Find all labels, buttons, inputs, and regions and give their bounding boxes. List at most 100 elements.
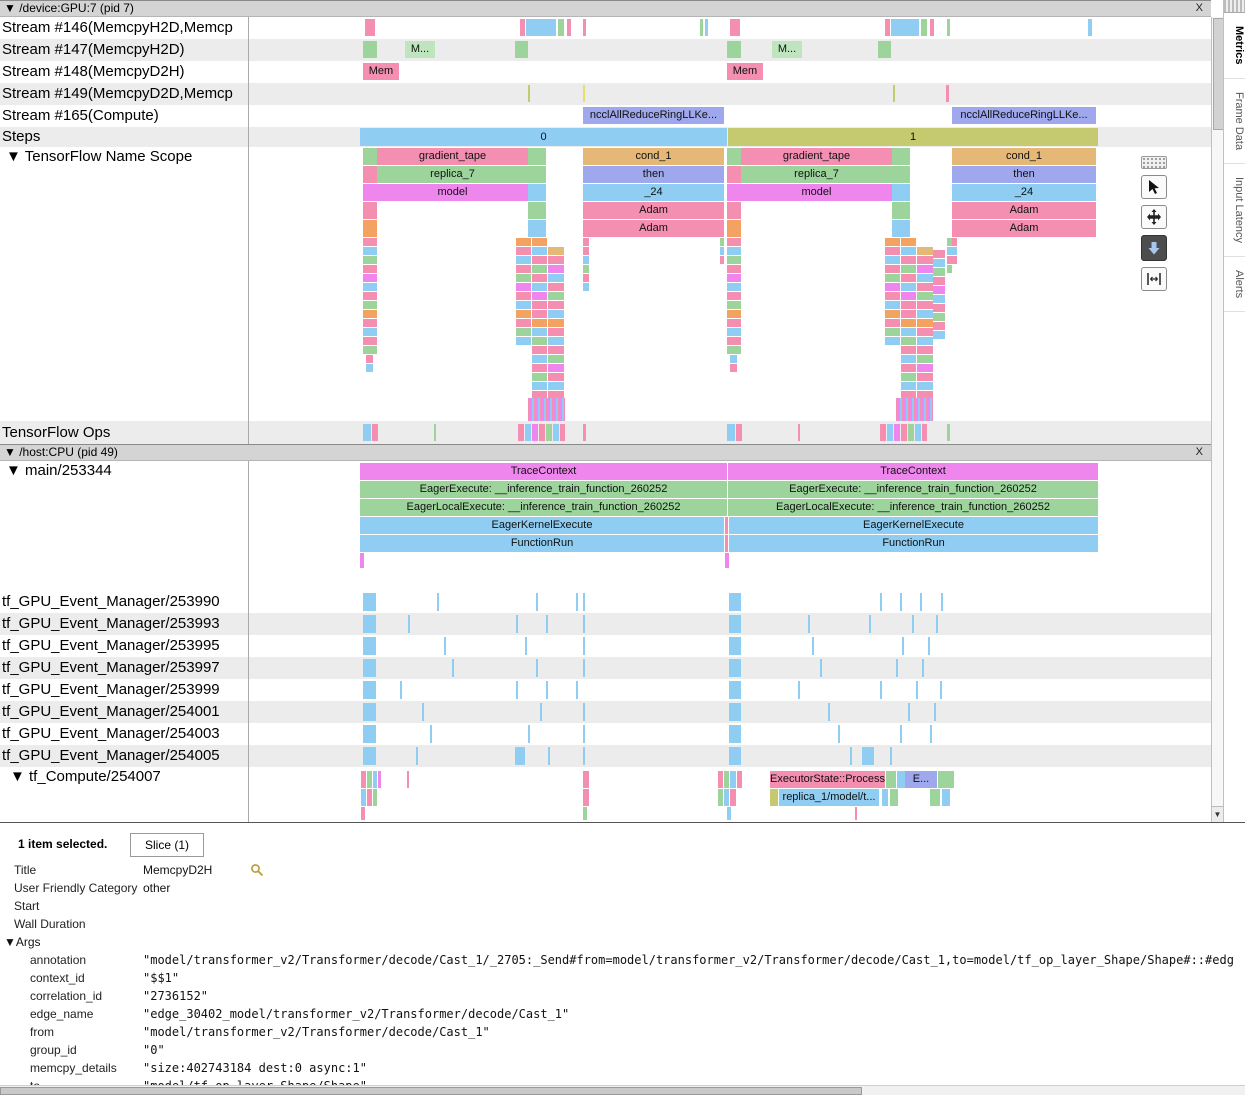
slice[interactable] — [528, 85, 530, 102]
slice[interactable] — [718, 789, 723, 806]
slice[interactable] — [360, 553, 364, 568]
slice[interactable] — [528, 725, 530, 743]
track-label[interactable]: Stream #147(MemcpyH2D) — [0, 39, 248, 61]
flame-segment[interactable] — [901, 337, 916, 345]
slice-cond-1[interactable]: cond_1 — [583, 148, 724, 165]
flame-segment[interactable] — [727, 310, 741, 318]
slice-model[interactable]: model — [741, 184, 892, 201]
slice[interactable] — [938, 771, 954, 788]
slice[interactable] — [737, 771, 742, 788]
slice[interactable] — [416, 747, 418, 765]
flame-segment[interactable] — [583, 247, 589, 255]
flame-segment[interactable] — [548, 265, 564, 273]
slice[interactable] — [367, 789, 372, 806]
flame-segment[interactable] — [363, 346, 377, 354]
track-label[interactable]: tf_GPU_Event_Manager/253995 — [0, 635, 248, 657]
slice[interactable] — [361, 807, 365, 820]
slice[interactable] — [583, 771, 589, 788]
slice[interactable] — [727, 424, 735, 441]
flame-segment[interactable] — [363, 292, 377, 300]
slice[interactable] — [422, 703, 424, 721]
slice[interactable] — [430, 725, 432, 743]
slice[interactable] — [930, 19, 934, 36]
flame-segment[interactable] — [917, 265, 933, 273]
tab-input-latency[interactable]: Input Latency — [1224, 164, 1245, 257]
slice[interactable] — [729, 593, 741, 611]
flame-segment[interactable] — [366, 364, 373, 372]
slice[interactable] — [885, 19, 890, 36]
slice[interactable] — [516, 681, 518, 699]
flame-segment[interactable] — [901, 265, 916, 273]
slice[interactable] — [934, 703, 936, 721]
slice[interactable] — [936, 615, 938, 633]
flame-segment[interactable] — [516, 328, 531, 336]
slice[interactable] — [930, 725, 932, 743]
slice-e[interactable]: E... — [905, 771, 937, 788]
slice[interactable] — [828, 703, 830, 721]
flame-segment[interactable] — [532, 328, 547, 336]
track-label[interactable]: tf_GPU_Event_Manager/253999 — [0, 679, 248, 701]
flame-segment[interactable] — [548, 310, 564, 318]
flame-segment[interactable] — [548, 328, 564, 336]
flame-segment[interactable] — [363, 265, 377, 273]
flame-segment[interactable] — [727, 328, 741, 336]
flame-segment[interactable] — [933, 304, 945, 312]
slice[interactable] — [770, 789, 778, 806]
flame-segment[interactable] — [885, 301, 900, 309]
track-label[interactable]: Stream #149(MemcpyD2D,Memcp — [0, 83, 248, 105]
slice[interactable] — [942, 789, 950, 806]
slice[interactable] — [363, 703, 376, 721]
slice[interactable] — [515, 41, 528, 58]
slice-eagerlocalexecute-inference-train-function-260252[interactable]: EagerLocalExecute: __inference_train_fun… — [728, 499, 1098, 516]
flame-segment[interactable] — [532, 346, 547, 354]
slice-executorstate-process[interactable]: ExecutorState::Process — [770, 771, 885, 788]
flame-segment[interactable] — [548, 256, 564, 264]
flame-segment[interactable] — [548, 319, 564, 327]
slice[interactable] — [546, 681, 548, 699]
slice-0[interactable]: 0 — [360, 128, 727, 146]
flame-segment[interactable] — [727, 346, 741, 354]
slice[interactable] — [896, 659, 898, 677]
flame-segment[interactable] — [532, 283, 547, 291]
slice[interactable] — [727, 148, 741, 165]
slice[interactable] — [372, 424, 378, 441]
flame-segment[interactable] — [901, 310, 916, 318]
flame-segment[interactable] — [727, 283, 741, 291]
flame-segment[interactable] — [917, 382, 933, 390]
flame-segment[interactable] — [532, 274, 547, 282]
slice[interactable] — [928, 637, 930, 655]
slice[interactable] — [880, 681, 882, 699]
slice[interactable] — [947, 424, 950, 441]
slice[interactable] — [528, 202, 546, 219]
slice[interactable] — [921, 19, 927, 36]
track-label[interactable]: Stream #165(Compute) — [0, 105, 248, 127]
slice[interactable] — [700, 19, 703, 36]
flame-segment[interactable] — [933, 322, 945, 330]
slice[interactable] — [363, 202, 377, 219]
flame-segment[interactable] — [917, 247, 933, 255]
flame-segment[interactable] — [516, 337, 531, 345]
slice[interactable] — [444, 637, 446, 655]
track-label[interactable]: ▼ TensorFlow Name Scope — [0, 147, 252, 167]
flame-segment[interactable] — [727, 292, 741, 300]
slice[interactable] — [718, 771, 723, 788]
slice[interactable] — [727, 202, 741, 219]
flame-segment[interactable] — [933, 313, 945, 321]
flame-segment[interactable] — [901, 328, 916, 336]
flame-segment[interactable] — [532, 373, 547, 381]
slice[interactable] — [583, 789, 589, 806]
flame-segment[interactable] — [363, 283, 377, 291]
slice[interactable] — [361, 771, 366, 788]
flame-segment[interactable] — [885, 238, 900, 246]
slice[interactable] — [892, 184, 910, 201]
slice[interactable] — [887, 424, 893, 441]
flame-segment[interactable] — [885, 274, 900, 282]
flame-segment[interactable] — [901, 382, 916, 390]
flame-segment[interactable] — [516, 310, 531, 318]
flame-segment[interactable] — [917, 319, 933, 327]
slice-replica-1-model-t[interactable]: replica_1/model/t... — [779, 789, 879, 806]
slice-adam[interactable]: Adam — [952, 202, 1096, 219]
slice[interactable] — [900, 725, 902, 743]
tab-slice[interactable]: Slice (1) — [130, 833, 204, 857]
slice-adam[interactable]: Adam — [583, 202, 724, 219]
